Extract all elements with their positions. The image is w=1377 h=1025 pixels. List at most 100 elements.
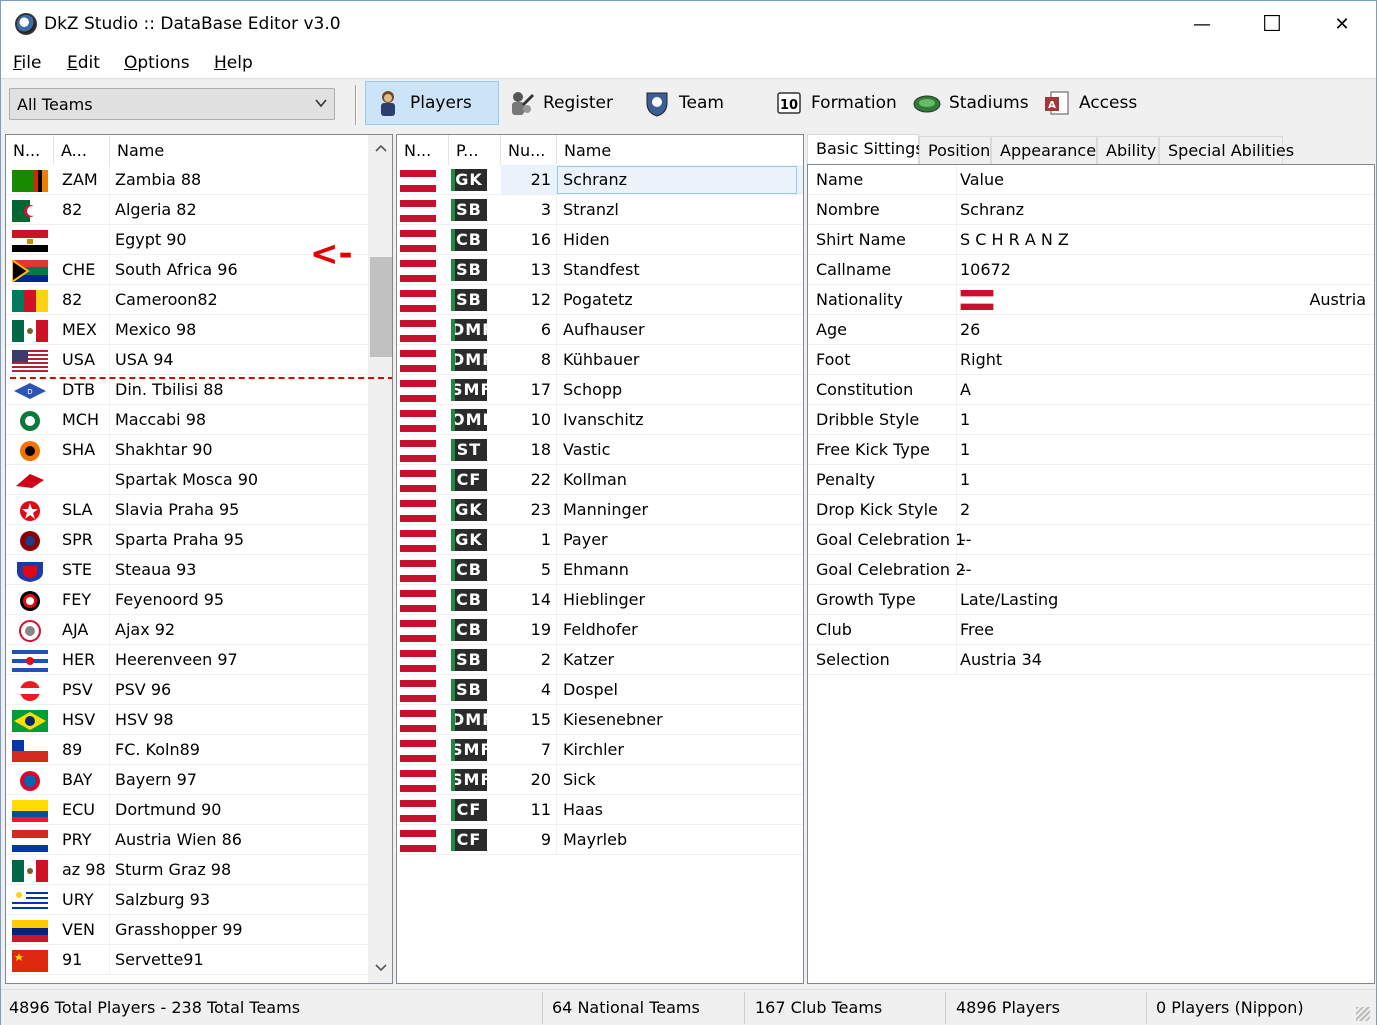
players-col-number[interactable]: Nu... — [501, 135, 557, 165]
property-row[interactable]: Dribble Style 1 — [808, 405, 1374, 435]
player-row[interactable]: CF 9 Mayrleb — [397, 825, 803, 855]
player-row[interactable]: GK 21 Schranz — [397, 165, 803, 195]
players-toolbar-button[interactable]: Players — [365, 81, 499, 125]
property-row[interactable]: Goal Celebration 2 -- — [808, 555, 1374, 585]
team-filter-select[interactable]: All Teams — [9, 88, 335, 120]
player-row[interactable]: SB 2 Katzer — [397, 645, 803, 675]
tab-special-abilities[interactable]: Special Abilities — [1159, 136, 1294, 164]
property-row[interactable]: Penalty 1 — [808, 465, 1374, 495]
menu-help[interactable]: Help — [214, 53, 253, 73]
team-row[interactable]: Spartak Mosca 90 — [6, 465, 368, 495]
team-row[interactable]: SLA Slavia Praha 95 — [6, 495, 368, 525]
access-toolbar-button[interactable]: A Access — [1035, 81, 1155, 125]
team-row[interactable]: HSV HSV 98 — [6, 705, 368, 735]
team-row[interactable]: 82 Algeria 82 — [6, 195, 368, 225]
property-row[interactable]: Nombre Schranz — [808, 195, 1374, 225]
player-row[interactable]: CB 5 Ehmann — [397, 555, 803, 585]
team-row[interactable]: USA USA 94 — [6, 345, 368, 375]
property-row[interactable]: Constitution A — [808, 375, 1374, 405]
property-row[interactable]: Nationality Austria — [808, 285, 1374, 315]
property-row[interactable]: Callname 10672 — [808, 255, 1374, 285]
menu-file[interactable]: File — [13, 53, 41, 73]
status-separator — [1146, 992, 1147, 1024]
team-row[interactable]: ZAM Zambia 88 — [6, 165, 368, 195]
team-row[interactable]: ECU Dortmund 90 — [6, 795, 368, 825]
tab-basic-sittings[interactable]: Basic Sittings — [807, 134, 924, 164]
maximize-button[interactable]: ☐ — [1237, 1, 1307, 47]
scroll-up-icon[interactable] — [374, 143, 388, 153]
player-row[interactable]: GK 23 Manninger — [397, 495, 803, 525]
teams-scrollbar[interactable] — [368, 135, 392, 983]
player-row[interactable]: CF 11 Haas — [397, 795, 803, 825]
property-row[interactable]: Growth Type Late/Lasting — [808, 585, 1374, 615]
property-row[interactable]: Drop Kick Style 2 — [808, 495, 1374, 525]
player-row[interactable]: CF 22 Kollman — [397, 465, 803, 495]
property-row[interactable]: Free Kick Type 1 — [808, 435, 1374, 465]
player-row[interactable]: GK 1 Payer — [397, 525, 803, 555]
team-row[interactable]: BAY Bayern 97 — [6, 765, 368, 795]
resize-grip-icon[interactable] — [1356, 1007, 1370, 1021]
team-toolbar-button[interactable]: Team — [635, 81, 755, 125]
team-row[interactable]: D DTB Din. Tbilisi 88 — [6, 375, 368, 405]
players-col-nation[interactable]: N... — [397, 135, 449, 165]
player-row[interactable]: CB 14 Hieblinger — [397, 585, 803, 615]
team-row[interactable]: 91 Servette91 — [6, 945, 368, 975]
player-row[interactable]: SMF 17 Schopp — [397, 375, 803, 405]
team-row[interactable]: az 98 Sturm Graz 98 — [6, 855, 368, 885]
property-row[interactable]: Selection Austria 34 — [808, 645, 1374, 675]
player-number: 17 — [501, 375, 557, 405]
property-row[interactable]: Club Free — [808, 615, 1374, 645]
player-row[interactable]: DMF 8 Kühbauer — [397, 345, 803, 375]
property-value: -- — [960, 560, 972, 579]
team-row[interactable]: AJA Ajax 92 — [6, 615, 368, 645]
minimize-button[interactable]: — — [1167, 1, 1237, 47]
players-col-position[interactable]: P... — [449, 135, 501, 165]
teams-scroll-thumb[interactable] — [370, 257, 392, 357]
player-row[interactable]: OMF 10 Ivanschitz — [397, 405, 803, 435]
tab-ability[interactable]: Ability — [1097, 136, 1159, 164]
close-button[interactable]: ✕ — [1307, 1, 1377, 47]
team-row[interactable]: MEX Mexico 98 — [6, 315, 368, 345]
teams-col-abbr[interactable]: A... — [54, 135, 110, 165]
team-row[interactable]: URY Salzburg 93 — [6, 885, 368, 915]
player-row[interactable]: SMF 20 Sick — [397, 765, 803, 795]
stadiums-toolbar-button[interactable]: Stadiums — [905, 81, 1035, 125]
property-row[interactable]: Age 26 — [808, 315, 1374, 345]
property-row[interactable]: Shirt Name S C H R A N Z — [808, 225, 1374, 255]
team-row[interactable]: PRY Austria Wien 86 — [6, 825, 368, 855]
scroll-down-icon[interactable] — [374, 963, 388, 973]
menu-options[interactable]: Options — [124, 53, 190, 73]
player-row[interactable]: SB 3 Stranzl — [397, 195, 803, 225]
team-row[interactable]: MCH Maccabi 98 — [6, 405, 368, 435]
register-toolbar-button[interactable]: Register — [499, 81, 629, 125]
team-row[interactable]: SPR Sparta Praha 95 — [6, 525, 368, 555]
app-logo-icon — [15, 13, 37, 35]
team-row[interactable]: SHA Shakhtar 90 — [6, 435, 368, 465]
team-row[interactable]: PSV PSV 96 — [6, 675, 368, 705]
player-row[interactable]: DMF 15 Kiesenebner — [397, 705, 803, 735]
tab-appearance[interactable]: Appearance — [991, 136, 1097, 164]
team-row[interactable]: FEY Feyenoord 95 — [6, 585, 368, 615]
player-row[interactable]: SB 12 Pogatetz — [397, 285, 803, 315]
teams-col-name[interactable]: Name — [110, 135, 368, 165]
tab-position[interactable]: Position — [919, 136, 991, 164]
player-row[interactable]: ST 18 Vastic — [397, 435, 803, 465]
property-row[interactable]: Foot Right — [808, 345, 1374, 375]
menu-edit[interactable]: Edit — [67, 53, 100, 73]
team-row[interactable]: HER Heerenveen 97 — [6, 645, 368, 675]
players-col-name[interactable]: Name — [557, 135, 803, 165]
team-row[interactable]: STE Steaua 93 — [6, 555, 368, 585]
teams-col-nation[interactable]: N... — [6, 135, 54, 165]
player-row[interactable]: SB 4 Dospel — [397, 675, 803, 705]
team-row[interactable]: 89 FC. Koln89 — [6, 735, 368, 765]
property-row[interactable]: Goal Celebration 1 -- — [808, 525, 1374, 555]
player-row[interactable]: SMF 7 Kirchler — [397, 735, 803, 765]
formation-toolbar-button[interactable]: 10 Formation — [767, 81, 907, 125]
player-row[interactable]: CB 16 Hiden — [397, 225, 803, 255]
position-badge: CF — [451, 829, 487, 851]
player-row[interactable]: CB 19 Feldhofer — [397, 615, 803, 645]
player-row[interactable]: SB 13 Standfest — [397, 255, 803, 285]
player-row[interactable]: DMF 6 Aufhauser — [397, 315, 803, 345]
team-row[interactable]: VEN Grasshopper 99 — [6, 915, 368, 945]
team-row[interactable]: 82 Cameroon82 — [6, 285, 368, 315]
